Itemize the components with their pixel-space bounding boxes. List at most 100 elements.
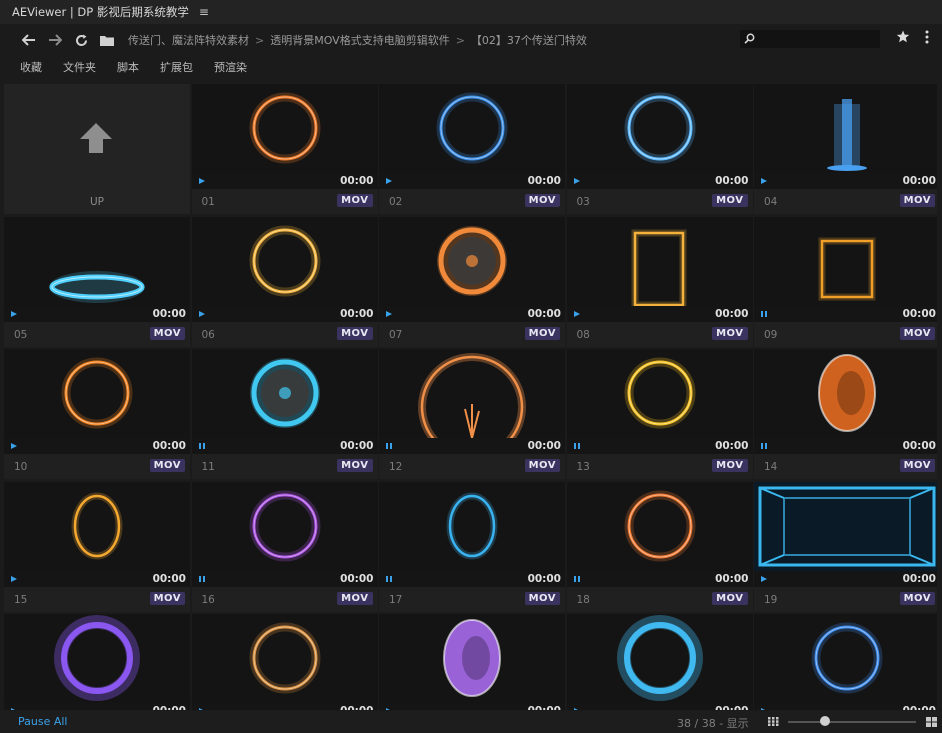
refresh-icon[interactable] bbox=[68, 27, 94, 53]
hamburger-menu-icon[interactable]: ≡ bbox=[199, 5, 209, 19]
duration: 00:00 bbox=[152, 440, 186, 452]
thumbnail[interactable] bbox=[754, 614, 937, 703]
breadcrumb-item[interactable]: 传送门、魔法阵特效素材 bbox=[128, 32, 249, 48]
pause-icon[interactable] bbox=[198, 575, 206, 583]
thumbnail[interactable] bbox=[566, 216, 753, 306]
asset-tile[interactable]: 00:00 10 MOV bbox=[4, 349, 190, 479]
play-icon[interactable] bbox=[10, 310, 18, 318]
toolbar-extensions[interactable]: 扩展包 bbox=[160, 59, 193, 75]
toolbar-folders[interactable]: 文件夹 bbox=[63, 59, 96, 75]
thumbnail[interactable] bbox=[379, 216, 565, 306]
asset-tile[interactable]: 00:0020MOV bbox=[4, 614, 190, 710]
asset-tile[interactable]: 00:00 19 MOV bbox=[754, 481, 937, 612]
thumbnail[interactable] bbox=[379, 349, 565, 438]
folder-icon[interactable] bbox=[94, 27, 120, 53]
thumbnail[interactable] bbox=[379, 84, 565, 173]
thumbnail[interactable] bbox=[754, 481, 937, 571]
format-badge: MOV bbox=[712, 591, 748, 605]
thumbnail-size-slider[interactable] bbox=[788, 721, 916, 723]
play-icon[interactable] bbox=[573, 707, 581, 710]
thumbnail[interactable] bbox=[754, 349, 937, 438]
play-icon[interactable] bbox=[385, 707, 393, 710]
thumbnail[interactable] bbox=[191, 349, 378, 438]
slider-handle[interactable] bbox=[820, 716, 830, 726]
asset-tile[interactable]: 00:00 09 MOV bbox=[754, 216, 937, 347]
asset-tile[interactable]: 00:00 06 MOV bbox=[191, 216, 378, 347]
breadcrumb-item[interactable]: 透明背景MOV格式支持电脑剪辑软件 bbox=[270, 32, 449, 48]
search-input[interactable] bbox=[740, 30, 880, 48]
thumbnail[interactable] bbox=[4, 349, 190, 438]
thumbnail[interactable] bbox=[754, 216, 937, 306]
large-grid-icon[interactable] bbox=[926, 717, 937, 727]
thumbnail[interactable] bbox=[191, 84, 378, 173]
pause-icon[interactable] bbox=[385, 575, 393, 583]
asset-tile[interactable]: 00:00 14 MOV bbox=[754, 349, 937, 479]
thumbnail[interactable] bbox=[566, 614, 753, 703]
pause-icon[interactable] bbox=[760, 310, 768, 318]
toolbar-prerender[interactable]: 预渲染 bbox=[214, 59, 247, 75]
breadcrumb-item[interactable]: 【02】37个传送门特效 bbox=[471, 32, 587, 48]
play-icon[interactable] bbox=[760, 707, 768, 710]
asset-tile[interactable]: 00:00 17 MOV bbox=[379, 481, 565, 612]
more-options-icon[interactable] bbox=[924, 29, 930, 45]
asset-tile[interactable]: 00:00 03 MOV bbox=[566, 84, 753, 214]
thumbnail[interactable] bbox=[566, 84, 753, 173]
asset-tile[interactable]: 00:00 08 MOV bbox=[566, 216, 753, 347]
asset-tile[interactable]: 00:0023MOV bbox=[566, 614, 753, 710]
asset-tile[interactable]: 00:0024MOV bbox=[754, 614, 937, 710]
pause-icon[interactable] bbox=[385, 442, 393, 450]
thumbnail[interactable] bbox=[4, 614, 190, 703]
play-icon[interactable] bbox=[10, 575, 18, 583]
effect-preview bbox=[249, 622, 320, 694]
play-icon[interactable] bbox=[385, 177, 393, 185]
item-number: 18 bbox=[576, 593, 590, 606]
asset-tile[interactable]: 00:00 12 MOV bbox=[379, 349, 565, 479]
play-icon[interactable] bbox=[385, 310, 393, 318]
pause-icon[interactable] bbox=[573, 575, 581, 583]
asset-tile[interactable]: 00:0022MOV bbox=[379, 614, 565, 710]
thumbnail[interactable] bbox=[566, 349, 753, 438]
thumbnail[interactable] bbox=[4, 481, 190, 571]
play-icon[interactable] bbox=[10, 442, 18, 450]
thumbnail[interactable] bbox=[191, 216, 378, 306]
pause-icon[interactable] bbox=[760, 442, 768, 450]
thumbnail[interactable] bbox=[191, 614, 378, 703]
play-icon[interactable] bbox=[760, 177, 768, 185]
play-icon[interactable] bbox=[198, 310, 206, 318]
play-icon[interactable] bbox=[573, 310, 581, 318]
play-icon[interactable] bbox=[760, 575, 768, 583]
star-icon[interactable] bbox=[896, 30, 910, 43]
format-badge: MOV bbox=[712, 459, 748, 472]
asset-tile[interactable]: 00:00 16 MOV bbox=[191, 481, 378, 612]
asset-tile[interactable]: 00:00 05 MOV bbox=[4, 216, 190, 347]
toolbar-scripts[interactable]: 脚本 bbox=[117, 59, 139, 75]
thumbnail[interactable] bbox=[379, 614, 565, 703]
play-icon[interactable] bbox=[198, 177, 206, 185]
asset-tile[interactable]: 00:00 04 MOV bbox=[754, 84, 937, 214]
forward-icon[interactable] bbox=[42, 27, 68, 53]
asset-tile[interactable]: 00:00 13 MOV bbox=[566, 349, 753, 479]
pause-icon[interactable] bbox=[198, 442, 206, 450]
toolbar-favorites[interactable]: 收藏 bbox=[20, 59, 42, 75]
pause-icon[interactable] bbox=[573, 442, 581, 450]
up-folder-tile[interactable]: UP bbox=[4, 84, 190, 214]
thumbnail[interactable] bbox=[566, 481, 753, 571]
asset-tile[interactable]: 00:00 07 MOV bbox=[379, 216, 565, 347]
asset-tile[interactable]: 00:00 02 MOV bbox=[379, 84, 565, 214]
thumbnail[interactable] bbox=[4, 216, 190, 306]
asset-tile[interactable]: 00:00 11 MOV bbox=[191, 349, 378, 479]
pause-all-button[interactable]: Pause All bbox=[18, 715, 67, 728]
asset-tile[interactable]: 00:00 18 MOV bbox=[566, 481, 753, 612]
back-icon[interactable] bbox=[16, 27, 42, 53]
item-number: 11 bbox=[201, 461, 215, 473]
asset-tile[interactable]: 00:00 01 MOV bbox=[191, 84, 378, 214]
thumbnail[interactable] bbox=[191, 481, 378, 571]
play-icon[interactable] bbox=[10, 707, 18, 710]
asset-tile[interactable]: 00:0021MOV bbox=[191, 614, 378, 710]
play-icon[interactable] bbox=[573, 177, 581, 185]
small-grid-icon[interactable] bbox=[768, 717, 779, 726]
asset-tile[interactable]: 00:00 15 MOV bbox=[4, 481, 190, 612]
play-icon[interactable] bbox=[198, 707, 206, 710]
thumbnail[interactable] bbox=[379, 481, 565, 571]
thumbnail[interactable] bbox=[754, 84, 937, 173]
